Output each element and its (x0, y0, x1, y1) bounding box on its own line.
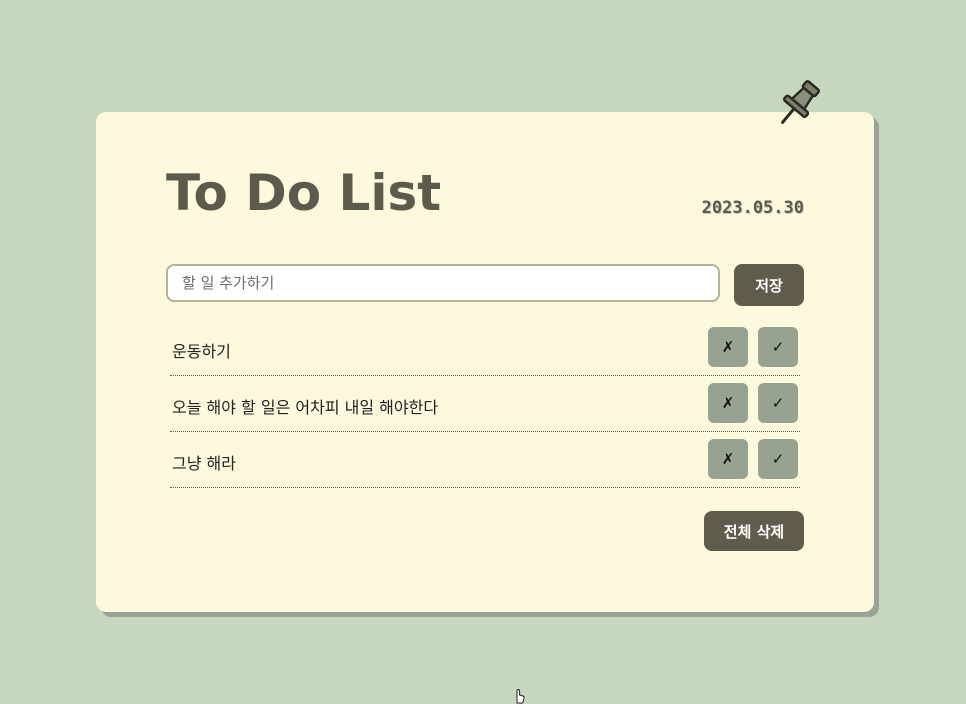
clear-all-button[interactable]: 전체 삭제 (704, 511, 804, 551)
delete-button[interactable]: ✗ (708, 439, 748, 479)
pushpin-icon (781, 80, 820, 124)
add-todo-input[interactable] (166, 264, 720, 302)
delete-button[interactable]: ✗ (708, 383, 748, 423)
hand-pointer-icon (516, 688, 525, 704)
complete-button[interactable]: ✓ (758, 383, 798, 423)
todo-item-text: 그냥 해라 (172, 454, 236, 473)
complete-button[interactable]: ✓ (758, 439, 798, 479)
date-label: 2023.05.30 (701, 198, 804, 218)
todo-item: 오늘 해야 할 일은 어차피 내일 해야한다 ✗ ✓ (170, 376, 800, 432)
delete-button[interactable]: ✗ (708, 327, 748, 367)
complete-button[interactable]: ✓ (758, 327, 798, 367)
todo-list: 운동하기 ✗ ✓ 오늘 해야 할 일은 어차피 내일 해야한다 ✗ ✓ 그냥 해… (170, 320, 800, 488)
todo-item-text: 운동하기 (172, 342, 231, 361)
page-title: To Do List (166, 164, 442, 222)
todo-item: 운동하기 ✗ ✓ (170, 320, 800, 376)
save-button[interactable]: 저장 (734, 264, 804, 306)
todo-item: 그냥 해라 ✗ ✓ (170, 432, 800, 488)
todo-item-text: 오늘 해야 할 일은 어차피 내일 해야한다 (172, 398, 439, 417)
todo-card: To Do List 2023.05.30 저장 운동하기 ✗ ✓ 오늘 해야 … (96, 112, 874, 612)
